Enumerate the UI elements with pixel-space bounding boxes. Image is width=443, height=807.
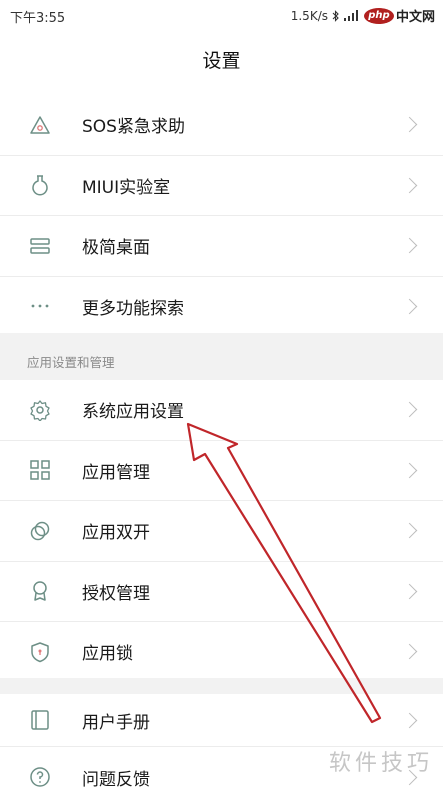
settings-item-system-apps[interactable]: 系统应用设置 <box>0 380 443 440</box>
minimal-desktop-icon <box>28 234 52 258</box>
settings-item-more-features[interactable]: 更多功能探索 <box>0 275 443 337</box>
watermark: 软件技巧 <box>328 751 433 776</box>
page-title: 设置 <box>202 50 241 72</box>
chevron-right-icon <box>401 401 418 418</box>
status-indicators: 1.5K/s php 中文网 <box>291 6 435 25</box>
settings-item-dual-apps[interactable]: 应用双开 <box>0 500 443 561</box>
gear-icon <box>28 398 52 422</box>
user-manual-icon <box>28 708 52 732</box>
chevron-right-icon <box>401 116 418 133</box>
settings-item-label: MIUI实验室 <box>82 177 171 198</box>
php-logo-text: 中文网 <box>395 10 435 25</box>
settings-item-miui-lab[interactable]: MIUI实验室 <box>0 154 443 216</box>
settings-group-features: SOS紧急求助 MIUI实验室 极简桌面 更多功能探索 <box>0 95 443 336</box>
section-header: 应用设置和管理 <box>27 355 115 370</box>
chevron-right-icon <box>401 712 418 728</box>
settings-item-label: 极简桌面 <box>82 238 150 259</box>
status-time: 下午3:55 <box>10 11 66 26</box>
settings-item-label: 更多功能探索 <box>82 298 184 319</box>
network-speed: 1.5K/s <box>290 8 328 23</box>
settings-item-label: 应用锁 <box>82 644 133 665</box>
signal-icon <box>343 10 360 21</box>
chevron-right-icon <box>401 237 418 254</box>
php-logo-badge: php <box>363 7 394 24</box>
chevron-right-icon <box>401 522 418 539</box>
chevron-right-icon <box>401 583 418 600</box>
settings-item-label: 应用管理 <box>82 462 150 483</box>
app-grid-icon <box>28 458 52 482</box>
chevron-right-icon <box>401 298 418 315</box>
section-divider <box>0 678 443 694</box>
dual-app-icon <box>28 519 52 543</box>
settings-item-user-manual[interactable]: 用户手册 <box>0 694 443 746</box>
settings-item-label: 授权管理 <box>82 583 150 604</box>
sos-icon <box>28 113 52 137</box>
settings-item-label: 用户手册 <box>82 712 150 733</box>
authorization-badge-icon <box>28 579 52 603</box>
settings-item-label: 系统应用设置 <box>82 402 184 423</box>
chevron-right-icon <box>401 643 418 660</box>
status-bar: 下午3:55 1.5K/s php 中文网 <box>0 0 443 30</box>
settings-group-apps: 系统应用设置 应用管理 应用双开 授权管理 应用锁 <box>0 380 443 682</box>
settings-item-label: 问题反馈 <box>82 769 150 790</box>
chevron-right-icon <box>401 462 418 479</box>
feedback-question-icon <box>28 765 52 789</box>
settings-item-label: SOS紧急求助 <box>82 117 185 138</box>
settings-item-app-management[interactable]: 应用管理 <box>0 439 443 501</box>
settings-item-sos[interactable]: SOS紧急求助 <box>0 95 443 155</box>
bluetooth-icon <box>332 9 340 22</box>
settings-item-app-lock[interactable]: 应用锁 <box>0 621 443 682</box>
chevron-right-icon <box>401 177 418 194</box>
app-lock-shield-icon <box>28 640 52 664</box>
php-cn-logo: php 中文网 <box>363 6 435 25</box>
settings-item-authorization[interactable]: 授权管理 <box>0 560 443 622</box>
settings-item-label: 应用双开 <box>82 523 150 544</box>
lab-flask-icon <box>28 173 52 197</box>
more-dots-icon <box>28 294 52 318</box>
settings-item-minimal-desktop[interactable]: 极简桌面 <box>0 215 443 276</box>
